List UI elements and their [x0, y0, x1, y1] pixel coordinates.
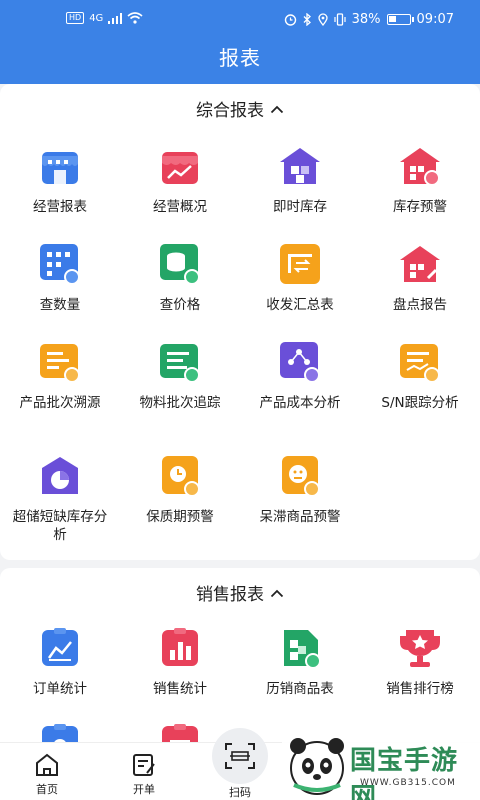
- report-item-label: 订单统计: [33, 681, 87, 697]
- shelf-life-clock-icon: [158, 454, 202, 498]
- report-item-shelf-life-alert[interactable]: 保质期预警: [120, 454, 240, 526]
- hd-indicator: HD: [66, 12, 85, 24]
- report-item-label: 经营概况: [153, 199, 207, 215]
- report-item-query-quantity[interactable]: 查数量: [0, 242, 120, 314]
- sn-tracking-icon: [398, 340, 442, 384]
- coins-search-icon: [158, 242, 202, 286]
- report-item-label: 物料批次追踪: [139, 395, 221, 411]
- section-header-sales[interactable]: 销售报表: [0, 580, 480, 605]
- report-item-query-price[interactable]: 查价格: [120, 242, 240, 314]
- report-item-overview[interactable]: 经营概况: [120, 144, 240, 216]
- report-item-stock-alert[interactable]: 库存预警: [360, 144, 480, 216]
- report-item-sn-tracking[interactable]: S/N跟踪分析: [360, 340, 480, 412]
- report-item-label: 查价格: [159, 297, 201, 313]
- report-item-label: 产品成本分析: [259, 395, 341, 411]
- report-item-label: 库存预警: [393, 199, 447, 215]
- report-item-material-trace[interactable]: 物料批次追踪: [120, 340, 240, 412]
- shop-trend-icon: [158, 144, 202, 188]
- tab-open-order[interactable]: 开单: [114, 753, 174, 797]
- transfer-summary-icon: [278, 242, 322, 286]
- grid-search-icon: [38, 242, 82, 286]
- bluetooth-icon: [303, 13, 311, 26]
- location-icon: [317, 13, 328, 26]
- report-item-io-summary[interactable]: 收发汇总表: [240, 242, 360, 314]
- chevron-up-icon: [270, 583, 284, 603]
- signal-icon: [108, 12, 123, 24]
- alarm-icon: [284, 14, 296, 26]
- warehouse-alert-icon: [398, 144, 442, 188]
- trophy-icon: [398, 626, 442, 670]
- report-item-label: 销售统计: [153, 681, 207, 697]
- edit-document-icon: [133, 754, 155, 776]
- report-item-label: 历销商品表: [266, 681, 334, 697]
- scan-button[interactable]: [212, 728, 268, 784]
- page-title: 报表: [219, 46, 261, 70]
- sales-bar-icon: [158, 626, 202, 670]
- report-item-label: 即时库存: [273, 199, 327, 215]
- report-item-label: S/N跟踪分析: [381, 395, 459, 411]
- report-item-label: 经营报表: [33, 199, 87, 215]
- section-header-comprehensive[interactable]: 综合报表: [0, 96, 480, 121]
- panda-logo-icon: [290, 738, 344, 795]
- report-item-business[interactable]: 经营报表: [0, 144, 120, 216]
- report-item-realtime-stock[interactable]: 即时库存: [240, 144, 360, 216]
- section-comprehensive-reports: 综合报表 经营报表 经营概况 即时库存 库存预警 查数量 查价格 收发汇总表 盘…: [0, 84, 480, 560]
- report-item-batch-trace[interactable]: 产品批次溯源: [0, 340, 120, 412]
- cost-analysis-icon: [278, 340, 322, 384]
- report-item-stocktake[interactable]: 盘点报告: [360, 242, 480, 314]
- status-bar: HD 4G 38% 09:07: [0, 10, 480, 32]
- report-item-label: 收发汇总表: [266, 297, 334, 313]
- section-title: 销售报表: [196, 585, 264, 605]
- wifi-icon: [127, 12, 143, 24]
- report-item-order-stats[interactable]: 订单统计: [0, 626, 120, 698]
- report-item-stale-goods-alert[interactable]: 呆滞商品预警: [240, 454, 360, 526]
- report-item-over-short-stock[interactable]: 超储短缺库存分析: [0, 454, 120, 544]
- report-item-label: 产品批次溯源: [19, 395, 101, 411]
- report-item-sales-ranking[interactable]: 销售排行榜: [360, 626, 480, 698]
- report-item-sales-stats[interactable]: 销售统计: [120, 626, 240, 698]
- warehouse-cubes-icon: [278, 144, 322, 188]
- watermark-brand: 国宝手游网: [350, 746, 459, 800]
- report-item-cost-analysis[interactable]: 产品成本分析: [240, 340, 360, 412]
- report-item-label: 呆滞商品预警: [259, 509, 341, 525]
- report-item-label: 保质期预警: [146, 509, 214, 525]
- battery-icon: [386, 14, 414, 25]
- report-item-label: 超储短缺库存分析: [12, 509, 108, 543]
- scan-icon: [225, 743, 255, 769]
- clock: 09:07: [416, 12, 454, 27]
- store-icon: [38, 144, 82, 188]
- report-item-label: 盘点报告: [393, 297, 447, 313]
- inventory-house-icon: [398, 242, 442, 286]
- app-header: HD 4G 38% 09:07 报表: [0, 0, 480, 84]
- chevron-up-icon: [270, 99, 284, 119]
- home-icon: [36, 753, 58, 776]
- scan-label: 扫码: [229, 786, 251, 799]
- tab-home[interactable]: 首页: [17, 753, 77, 797]
- site-watermark: 国宝手游网 WWW.GB315.COM: [282, 732, 480, 800]
- report-item-history-goods[interactable]: 历销商品表: [240, 626, 360, 698]
- vibrate-icon: [334, 13, 346, 26]
- pie-house-icon: [38, 454, 82, 498]
- report-item-label: 销售排行榜: [386, 681, 454, 697]
- network-label: 4G: [89, 12, 104, 24]
- report-item-label: 查数量: [39, 297, 81, 313]
- order-chart-icon: [38, 626, 82, 670]
- material-trace-icon: [158, 340, 202, 384]
- stale-goods-face-icon: [278, 454, 322, 498]
- section-title: 综合报表: [196, 101, 264, 121]
- batch-trace-icon: [38, 340, 82, 384]
- battery-percent: 38%: [351, 12, 381, 27]
- watermark-url: WWW.GB315.COM: [360, 778, 456, 788]
- history-goods-icon: [278, 626, 322, 670]
